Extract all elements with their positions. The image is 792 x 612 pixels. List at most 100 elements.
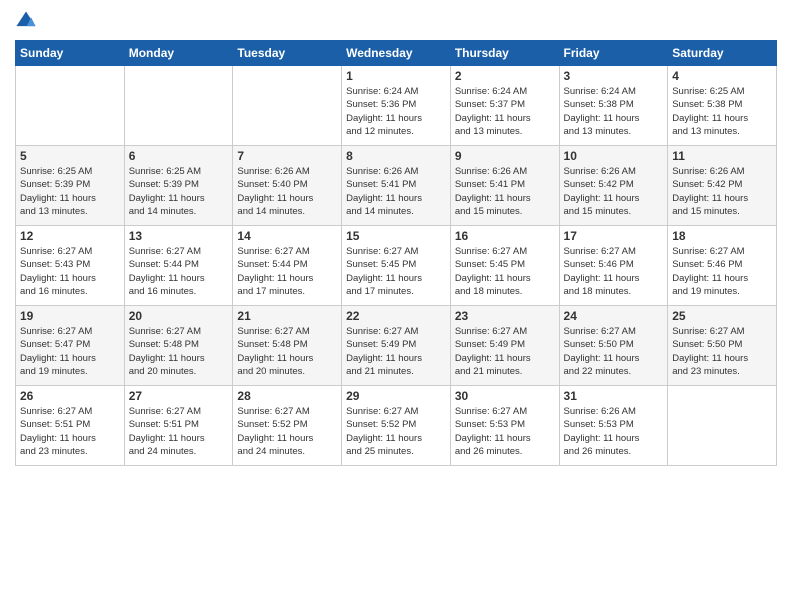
day-cell: 11 Sunrise: 6:26 AM Sunset: 5:42 PM Dayli…: [668, 146, 777, 226]
day-number: 6: [129, 149, 229, 163]
day-info: Sunrise: 6:25 AM Sunset: 5:39 PM Dayligh…: [20, 165, 120, 218]
page: SundayMondayTuesdayWednesdayThursdayFrid…: [0, 0, 792, 612]
col-header-friday: Friday: [559, 41, 668, 66]
day-cell: 10 Sunrise: 6:26 AM Sunset: 5:42 PM Dayli…: [559, 146, 668, 226]
day-cell: 15 Sunrise: 6:27 AM Sunset: 5:45 PM Dayli…: [342, 226, 451, 306]
day-cell: 12 Sunrise: 6:27 AM Sunset: 5:43 PM Dayli…: [16, 226, 125, 306]
day-cell: 9 Sunrise: 6:26 AM Sunset: 5:41 PM Daylig…: [450, 146, 559, 226]
day-cell: 4Sunrise: 6:25 AM Sunset: 5:38 PM Daylig…: [668, 66, 777, 146]
day-number: 19: [20, 309, 120, 323]
day-cell: 5 Sunrise: 6:25 AM Sunset: 5:39 PM Daylig…: [16, 146, 125, 226]
day-cell: [16, 66, 125, 146]
day-info: Sunrise: 6:27 AM Sunset: 5:45 PM Dayligh…: [455, 245, 555, 298]
week-row-1: 1 Sunrise: 6:24 AM Sunset: 5:36 PM Daylig…: [16, 66, 777, 146]
day-info: Sunrise: 6:27 AM Sunset: 5:52 PM Dayligh…: [346, 405, 446, 458]
day-cell: 18Sunrise: 6:27 AM Sunset: 5:46 PM Dayli…: [668, 226, 777, 306]
day-number: 2: [455, 69, 555, 83]
day-number: 31: [564, 389, 664, 403]
day-number: 4: [672, 69, 772, 83]
day-cell: 16 Sunrise: 6:27 AM Sunset: 5:45 PM Dayli…: [450, 226, 559, 306]
day-cell: 2Sunrise: 6:24 AM Sunset: 5:37 PM Daylig…: [450, 66, 559, 146]
day-info: Sunrise: 6:27 AM Sunset: 5:50 PM Dayligh…: [564, 325, 664, 378]
col-header-tuesday: Tuesday: [233, 41, 342, 66]
day-cell: 1 Sunrise: 6:24 AM Sunset: 5:36 PM Daylig…: [342, 66, 451, 146]
day-cell: [124, 66, 233, 146]
day-number: 28: [237, 389, 337, 403]
week-row-3: 12 Sunrise: 6:27 AM Sunset: 5:43 PM Dayli…: [16, 226, 777, 306]
day-number: 8: [346, 149, 446, 163]
day-info: Sunrise: 6:27 AM Sunset: 5:47 PM Dayligh…: [20, 325, 120, 378]
day-number: 13: [129, 229, 229, 243]
day-info: Sunrise: 6:24 AM Sunset: 5:36 PM Dayligh…: [346, 85, 446, 138]
day-number: 26: [20, 389, 120, 403]
day-number: 11: [672, 149, 772, 163]
day-number: 15: [346, 229, 446, 243]
day-cell: 14 Sunrise: 6:27 AM Sunset: 5:44 PM Dayli…: [233, 226, 342, 306]
day-cell: 27 Sunrise: 6:27 AM Sunset: 5:51 PM Dayli…: [124, 386, 233, 466]
day-number: 12: [20, 229, 120, 243]
day-cell: 19 Sunrise: 6:27 AM Sunset: 5:47 PM Dayli…: [16, 306, 125, 386]
day-info: Sunrise: 6:26 AM Sunset: 5:41 PM Dayligh…: [455, 165, 555, 218]
day-cell: 31 Sunrise: 6:26 AM Sunset: 5:53 PM Dayli…: [559, 386, 668, 466]
day-info: Sunrise: 6:27 AM Sunset: 5:48 PM Dayligh…: [129, 325, 229, 378]
day-cell: 6 Sunrise: 6:25 AM Sunset: 5:39 PM Daylig…: [124, 146, 233, 226]
day-info: Sunrise: 6:27 AM Sunset: 5:45 PM Dayligh…: [346, 245, 446, 298]
day-info: Sunrise: 6:27 AM Sunset: 5:46 PM Dayligh…: [672, 245, 772, 298]
day-number: 29: [346, 389, 446, 403]
day-number: 14: [237, 229, 337, 243]
day-info: Sunrise: 6:27 AM Sunset: 5:46 PM Dayligh…: [564, 245, 664, 298]
calendar-table: SundayMondayTuesdayWednesdayThursdayFrid…: [15, 40, 777, 466]
day-number: 24: [564, 309, 664, 323]
day-info: Sunrise: 6:26 AM Sunset: 5:40 PM Dayligh…: [237, 165, 337, 218]
col-header-saturday: Saturday: [668, 41, 777, 66]
day-info: Sunrise: 6:26 AM Sunset: 5:42 PM Dayligh…: [672, 165, 772, 218]
day-number: 5: [20, 149, 120, 163]
day-info: Sunrise: 6:27 AM Sunset: 5:51 PM Dayligh…: [129, 405, 229, 458]
day-info: Sunrise: 6:27 AM Sunset: 5:50 PM Dayligh…: [672, 325, 772, 378]
day-info: Sunrise: 6:26 AM Sunset: 5:42 PM Dayligh…: [564, 165, 664, 218]
day-cell: 13 Sunrise: 6:27 AM Sunset: 5:44 PM Dayli…: [124, 226, 233, 306]
day-number: 1: [346, 69, 446, 83]
day-cell: 30Sunrise: 6:27 AM Sunset: 5:53 PM Dayli…: [450, 386, 559, 466]
day-number: 17: [564, 229, 664, 243]
day-info: Sunrise: 6:27 AM Sunset: 5:48 PM Dayligh…: [237, 325, 337, 378]
week-row-4: 19 Sunrise: 6:27 AM Sunset: 5:47 PM Dayli…: [16, 306, 777, 386]
day-info: Sunrise: 6:26 AM Sunset: 5:53 PM Dayligh…: [564, 405, 664, 458]
day-cell: 20 Sunrise: 6:27 AM Sunset: 5:48 PM Dayli…: [124, 306, 233, 386]
day-number: 9: [455, 149, 555, 163]
col-header-thursday: Thursday: [450, 41, 559, 66]
header-row: SundayMondayTuesdayWednesdayThursdayFrid…: [16, 41, 777, 66]
day-info: Sunrise: 6:27 AM Sunset: 5:43 PM Dayligh…: [20, 245, 120, 298]
header: [15, 10, 777, 32]
day-info: Sunrise: 6:27 AM Sunset: 5:49 PM Dayligh…: [346, 325, 446, 378]
day-cell: 8Sunrise: 6:26 AM Sunset: 5:41 PM Daylig…: [342, 146, 451, 226]
day-info: Sunrise: 6:27 AM Sunset: 5:44 PM Dayligh…: [129, 245, 229, 298]
day-number: 22: [346, 309, 446, 323]
day-info: Sunrise: 6:27 AM Sunset: 5:49 PM Dayligh…: [455, 325, 555, 378]
day-cell: 22 Sunrise: 6:27 AM Sunset: 5:49 PM Dayli…: [342, 306, 451, 386]
week-row-5: 26 Sunrise: 6:27 AM Sunset: 5:51 PM Dayli…: [16, 386, 777, 466]
day-number: 25: [672, 309, 772, 323]
day-number: 10: [564, 149, 664, 163]
day-cell: 26 Sunrise: 6:27 AM Sunset: 5:51 PM Dayli…: [16, 386, 125, 466]
day-cell: 21 Sunrise: 6:27 AM Sunset: 5:48 PM Dayli…: [233, 306, 342, 386]
day-number: 20: [129, 309, 229, 323]
day-info: Sunrise: 6:27 AM Sunset: 5:52 PM Dayligh…: [237, 405, 337, 458]
logo-icon: [15, 10, 37, 32]
day-number: 16: [455, 229, 555, 243]
day-number: 21: [237, 309, 337, 323]
day-cell: 25 Sunrise: 6:27 AM Sunset: 5:50 PM Dayli…: [668, 306, 777, 386]
day-info: Sunrise: 6:27 AM Sunset: 5:44 PM Dayligh…: [237, 245, 337, 298]
col-header-sunday: Sunday: [16, 41, 125, 66]
week-row-2: 5 Sunrise: 6:25 AM Sunset: 5:39 PM Daylig…: [16, 146, 777, 226]
day-cell: 28 Sunrise: 6:27 AM Sunset: 5:52 PM Dayli…: [233, 386, 342, 466]
day-info: Sunrise: 6:25 AM Sunset: 5:39 PM Dayligh…: [129, 165, 229, 218]
day-number: 30: [455, 389, 555, 403]
day-cell: 29 Sunrise: 6:27 AM Sunset: 5:52 PM Dayli…: [342, 386, 451, 466]
day-number: 27: [129, 389, 229, 403]
day-cell: 3Sunrise: 6:24 AM Sunset: 5:38 PM Daylig…: [559, 66, 668, 146]
day-cell: [668, 386, 777, 466]
day-cell: 23Sunrise: 6:27 AM Sunset: 5:49 PM Dayli…: [450, 306, 559, 386]
day-number: 3: [564, 69, 664, 83]
day-info: Sunrise: 6:27 AM Sunset: 5:51 PM Dayligh…: [20, 405, 120, 458]
